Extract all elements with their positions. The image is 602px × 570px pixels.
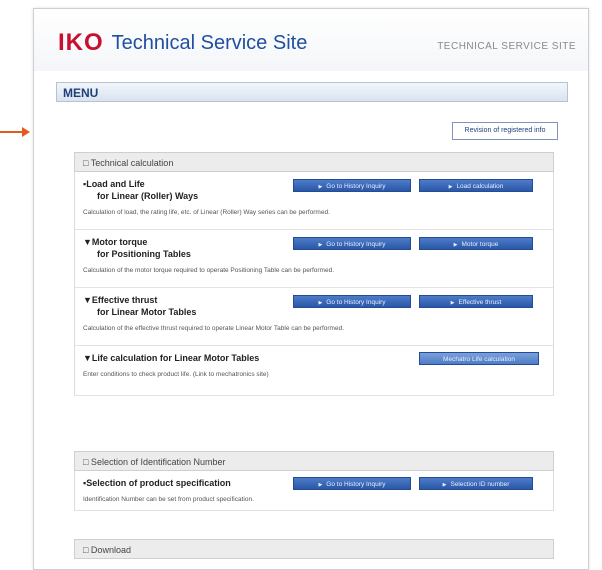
item-title-line1: ▼Life calculation for Linear Motor Table… — [83, 353, 260, 363]
logo-mark: IKO — [58, 29, 104, 56]
item-description: Calculation of load, the rating life, et… — [83, 209, 330, 216]
button-label: Selection ID number — [450, 481, 510, 488]
item-load-and-life: ▪Load and Life for Linear (Roller) Ways … — [75, 172, 553, 230]
button-label: Motor torque — [461, 241, 499, 248]
item-title-line1: ▼Effective thrust — [83, 295, 158, 305]
play-icon: ▶ — [450, 300, 455, 306]
history-inquiry-button[interactable]: ▶ Go to History Inquiry — [293, 179, 411, 192]
button-label: Go to History Inquiry — [326, 299, 386, 306]
load-calculation-button[interactable]: ▶ Load calculation — [419, 179, 533, 192]
section-technical-calculation: □ Technical calculation ▪Load and Life f… — [74, 152, 554, 396]
button-label: Mechatro Life calculation — [443, 356, 515, 363]
play-icon: ▶ — [318, 482, 323, 488]
section-header: □ Download — [74, 539, 554, 559]
play-icon: ▶ — [453, 242, 458, 248]
item-title-line1: ▪Load and Life — [83, 179, 145, 189]
section-download: □ Download — [74, 539, 554, 559]
section-header: □ Technical calculation — [74, 152, 554, 172]
revision-button[interactable]: Revision of registered info — [452, 122, 558, 140]
selection-id-number-button[interactable]: ▶ Selection ID number — [419, 477, 533, 490]
button-label: Effective thrust — [458, 299, 502, 306]
site-header: IKO Technical Service Site TECHNICAL SER… — [34, 9, 588, 71]
play-icon: ▶ — [318, 242, 323, 248]
item-description: Calculation of the effective thrust requ… — [83, 325, 344, 332]
play-icon: ▶ — [318, 300, 323, 306]
site-subtitle: TECHNICAL SERVICE SITE — [437, 41, 576, 52]
button-label: Load calculation — [456, 183, 504, 190]
history-inquiry-button[interactable]: ▶ Go to History Inquiry — [293, 295, 411, 308]
item-description: Calculation of the motor torque required… — [83, 267, 335, 274]
item-product-specification: ▪Selection of product specification Iden… — [75, 471, 553, 511]
effective-thrust-button[interactable]: ▶ Effective thrust — [419, 295, 533, 308]
button-label: Go to History Inquiry — [326, 481, 386, 488]
play-icon: ▶ — [442, 482, 447, 488]
motor-torque-button[interactable]: ▶ Motor torque — [419, 237, 533, 250]
item-motor-torque: ▼Motor torque for Positioning Tables Cal… — [75, 230, 553, 288]
section-identification-number: □ Selection of Identification Number ▪Se… — [74, 451, 554, 511]
button-label: Go to History Inquiry — [326, 183, 386, 190]
mechatro-life-calculation-button[interactable]: Mechatro Life calculation — [419, 352, 539, 365]
item-title-line1: ▼Motor torque — [83, 237, 148, 247]
arrow-right-icon — [0, 127, 30, 137]
site-title: Technical Service Site — [111, 31, 308, 54]
logo: IKO Technical Service Site — [58, 29, 307, 57]
history-inquiry-button[interactable]: ▶ Go to History Inquiry — [293, 237, 411, 250]
section-header: □ Selection of Identification Number — [74, 451, 554, 471]
history-inquiry-button[interactable]: ▶ Go to History Inquiry — [293, 477, 411, 490]
button-label: Go to History Inquiry — [326, 241, 386, 248]
section-body: ▪Load and Life for Linear (Roller) Ways … — [74, 172, 554, 396]
play-icon: ▶ — [318, 184, 323, 190]
item-description: Enter conditions to check product life. … — [83, 371, 269, 378]
menu-bar: MENU — [56, 82, 568, 102]
section-body: ▪Selection of product specification Iden… — [74, 471, 554, 511]
site-frame: IKO Technical Service Site TECHNICAL SER… — [33, 8, 589, 570]
item-effective-thrust: ▼Effective thrust for Linear Motor Table… — [75, 288, 553, 346]
play-icon: ▶ — [448, 184, 453, 190]
item-description: Identification Number can be set from pr… — [83, 496, 254, 503]
item-life-calculation-linear-motor: ▼Life calculation for Linear Motor Table… — [75, 346, 553, 396]
